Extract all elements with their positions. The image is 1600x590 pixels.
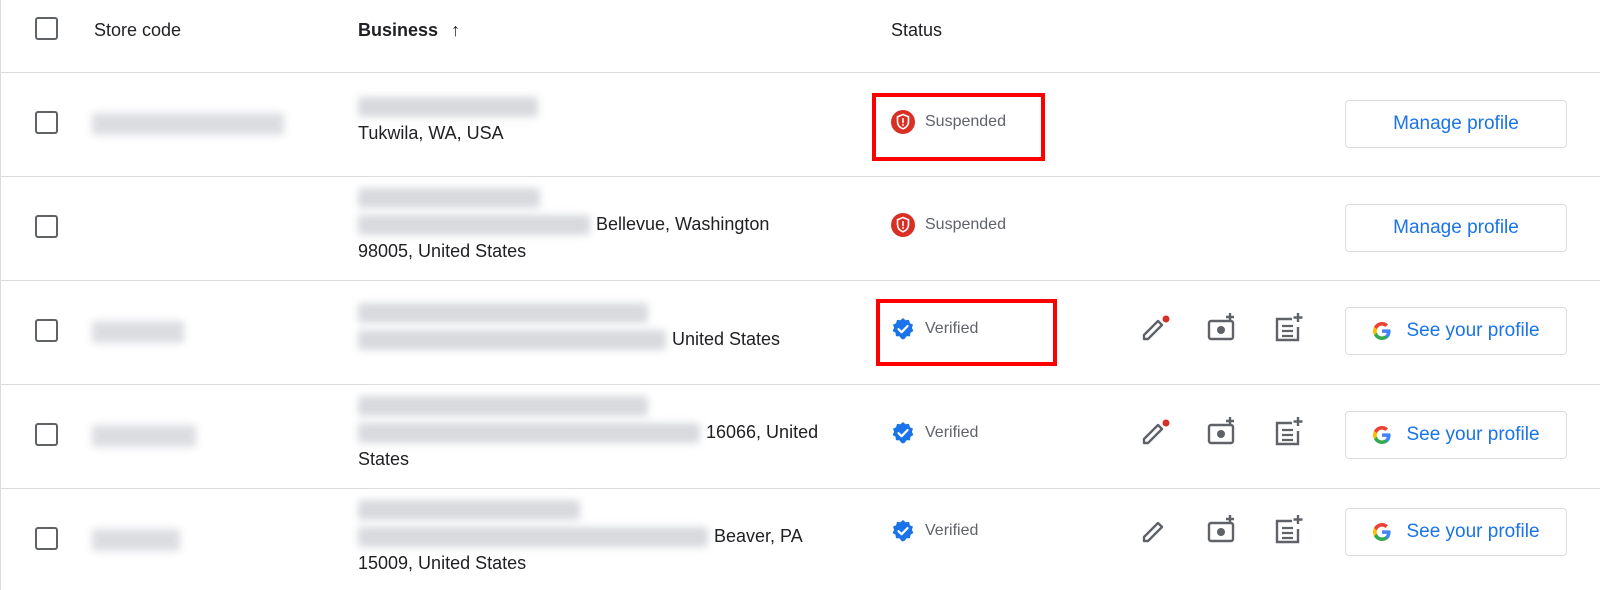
manage-profile-button[interactable]: Manage profile [1345, 100, 1567, 148]
button-label: See your profile [1406, 424, 1540, 445]
table-row: Bellevue, Washington 98005, United State… [0, 177, 1600, 281]
business-location: 16066, United [706, 422, 819, 442]
add-photo-icon[interactable] [1205, 415, 1239, 449]
highlight-box [876, 299, 1057, 366]
manage-profile-button[interactable]: Manage profile [1345, 204, 1567, 252]
see-your-profile-button[interactable]: See your profile [1345, 508, 1567, 556]
row-checkbox[interactable] [35, 111, 58, 134]
add-photo-icon[interactable] [1205, 513, 1239, 547]
sort-ascending-icon: ↑ [451, 20, 461, 40]
redacted-store-code [92, 529, 180, 551]
edit-icon[interactable] [1138, 417, 1172, 451]
google-logo-icon [1373, 426, 1392, 444]
button-label: See your profile [1406, 521, 1540, 542]
table-row: United States Verified See your profile [0, 281, 1600, 385]
business-location: Bellevue, Washington [596, 214, 770, 234]
redacted-business-name [358, 500, 580, 521]
edit-icon[interactable] [1138, 515, 1172, 549]
table-header: Store code Business ↑ Status [0, 0, 1600, 73]
status-cell: Verified [891, 519, 978, 543]
button-label: See your profile [1406, 320, 1540, 341]
button-label: Manage profile [1393, 217, 1519, 238]
status-label: Verified [925, 522, 979, 539]
redacted-store-code [92, 425, 196, 447]
row-checkbox[interactable] [35, 527, 58, 550]
button-label: Manage profile [1393, 113, 1519, 134]
google-logo-icon [1373, 523, 1392, 541]
column-header-business[interactable]: Business ↑ [358, 20, 460, 41]
business-cell: Bellevue, Washington 98005, United State… [358, 184, 828, 265]
redacted-address [358, 215, 590, 236]
status-label: Suspended [925, 216, 1006, 233]
business-location: Tukwila, WA, USA [358, 123, 504, 143]
row-checkbox[interactable] [35, 215, 58, 238]
redacted-business-name [358, 396, 648, 417]
business-cell: Beaver, PA 15009, United States [358, 496, 828, 577]
google-logo-icon [1373, 322, 1392, 340]
add-photo-icon[interactable] [1205, 311, 1239, 345]
suspended-shield-icon [891, 213, 915, 237]
business-location-line-2: States [358, 449, 410, 469]
see-your-profile-button[interactable]: See your profile [1345, 411, 1567, 459]
locations-table: Store code Business ↑ Status Tukwila, WA… [0, 0, 1600, 590]
table-row: 16066, United States Verified See your p… [0, 385, 1600, 489]
highlight-box [872, 93, 1045, 161]
table-row: Tukwila, WA, USA Suspended Manage profil… [0, 73, 1600, 177]
column-header-store-code[interactable]: Store code [94, 20, 181, 41]
redacted-address [358, 527, 708, 548]
redacted-business-name [358, 188, 540, 209]
verified-badge-icon [892, 520, 914, 542]
column-header-status[interactable]: Status [891, 20, 942, 41]
table-row: Beaver, PA 15009, United States Verified [0, 489, 1600, 590]
business-location-line-2: 15009, United States [358, 553, 527, 573]
status-label: Verified [925, 424, 979, 441]
see-your-profile-button[interactable]: See your profile [1345, 307, 1567, 355]
business-cell: Tukwila, WA, USA [358, 93, 828, 147]
row-checkbox[interactable] [35, 423, 58, 446]
redacted-store-code [92, 321, 184, 343]
verified-badge-icon [892, 422, 914, 444]
redacted-address [358, 330, 666, 351]
redacted-address [358, 423, 700, 444]
add-post-icon[interactable] [1272, 415, 1306, 449]
business-cell: 16066, United States [358, 392, 828, 473]
business-cell: United States [358, 299, 828, 353]
add-post-icon[interactable] [1272, 311, 1306, 345]
column-header-business-label: Business [358, 20, 439, 40]
business-location: Beaver, PA [714, 526, 803, 546]
redacted-business-name [358, 303, 648, 324]
edit-icon[interactable] [1138, 313, 1172, 347]
business-location-line-2: 98005, United States [358, 241, 527, 261]
status-cell: Suspended [891, 213, 1006, 237]
status-cell: Verified [891, 421, 978, 445]
add-post-icon[interactable] [1272, 513, 1306, 547]
select-all-checkbox[interactable] [35, 17, 58, 40]
row-checkbox[interactable] [35, 319, 58, 342]
redacted-store-code [92, 113, 284, 135]
business-location: United States [672, 329, 781, 349]
redacted-business-name [358, 97, 538, 118]
